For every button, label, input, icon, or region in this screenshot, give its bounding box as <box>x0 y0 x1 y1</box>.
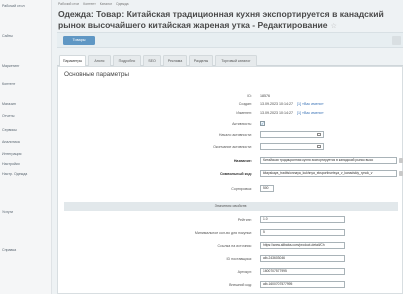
sidebar-item[interactable]: Магазин <box>2 102 50 106</box>
sidebar-item[interactable]: Услуги <box>2 210 50 214</box>
property-label: Ссылка на источник: <box>217 244 252 248</box>
sidebar-item[interactable]: Настройки <box>2 162 50 166</box>
modified-date: 13.09.2023 10:14:27 <box>260 111 293 115</box>
modified-label: Изменен: <box>236 111 252 115</box>
active-checkbox[interactable]: ✓ <box>260 121 265 126</box>
tab-trade-catalog[interactable]: Торговый каталог <box>215 55 257 66</box>
property-label: Внешний код: <box>229 283 252 287</box>
name-input[interactable]: Китайская традиционная кухня экспортируе… <box>260 157 397 164</box>
breadcrumb-item[interactable]: Контент <box>83 2 96 6</box>
sidebar-item[interactable]: Рабочий стол <box>2 4 50 8</box>
property-label: Артикул: <box>237 270 252 274</box>
sidebar-item[interactable]: Интеграция <box>2 152 50 156</box>
page-title: Одежда: Товар: Китайская традиционная ку… <box>58 9 403 32</box>
section-title: Основные параметры <box>64 71 130 78</box>
edit-form: Основные параметры ID: 18576 Создан: 13.… <box>57 66 403 294</box>
calendar-icon[interactable] <box>317 145 321 148</box>
sidebar-item[interactable]: Маркетинг <box>2 64 50 68</box>
property-input[interactable]: alb-1600707577995 <box>260 281 345 288</box>
active-to-label: Окончание активности: <box>213 145 252 149</box>
star-icon[interactable]: ☆ <box>331 23 337 30</box>
property-input[interactable]: 5 <box>260 229 345 236</box>
property-input[interactable]: 1600707577995 <box>260 268 345 275</box>
name-label: Название: <box>233 159 252 163</box>
main-area: Рабочий стол Контент Каталог Одежда Одеж… <box>52 0 403 294</box>
breadcrumb: Рабочий стол Контент Каталог Одежда <box>58 2 132 6</box>
sidebar-item[interactable]: Справка <box>2 248 50 252</box>
id-label: ID: <box>247 94 252 98</box>
sidebar-item[interactable]: Настр. Одежда <box>2 172 50 176</box>
tab-seo[interactable]: SEO <box>143 55 161 66</box>
created-value: 13.09.2023 10:14:27 [1] «Вас имени» <box>260 102 324 106</box>
property-input[interactable]: alb-243603046 <box>260 255 345 262</box>
sidebar: Рабочий стол Сайты Маркетинг Контент Маг… <box>0 0 52 294</box>
tab-parameters[interactable]: Параметры <box>59 55 86 66</box>
sidebar-item[interactable]: Аналитика <box>2 140 50 144</box>
sidebar-item[interactable]: Сайты <box>2 34 50 38</box>
sidebar-item[interactable]: Контент <box>2 82 50 86</box>
tab-details[interactable]: Подробно <box>113 55 141 66</box>
created-label: Создан: <box>238 102 252 106</box>
sidebar-item[interactable]: Сервисы <box>2 128 50 132</box>
sort-input[interactable]: 500 <box>260 185 274 192</box>
property-label: Рейтинг: <box>237 218 252 222</box>
property-input[interactable]: 1.0 <box>260 216 345 223</box>
breadcrumb-item[interactable]: Каталог <box>100 2 112 6</box>
active-to-input[interactable] <box>260 143 324 150</box>
tab-announce[interactable]: Анонс <box>88 55 111 66</box>
active-from-input[interactable] <box>260 131 324 138</box>
code-input[interactable]: kitayskaya_traditsionnaya_kukhnya_ekspor… <box>260 170 397 177</box>
sort-label: Сортировка: <box>231 187 252 191</box>
modified-user-link[interactable]: [1] «Вас имени» <box>297 111 324 115</box>
active-label: Активность: <box>232 122 252 126</box>
back-to-products-button[interactable]: Товары <box>63 36 95 45</box>
property-label: Минимальное кол-во для покупки: <box>194 231 252 235</box>
properties-header: Значения свойств: <box>64 202 398 211</box>
property-label: ID поставщика: <box>226 257 252 261</box>
id-value: 18576 <box>260 94 270 98</box>
tab-advertising[interactable]: Реклама <box>163 55 187 66</box>
settings-icon[interactable] <box>392 36 401 45</box>
modified-value: 13.09.2023 10:14:27 [1] «Вас имени» <box>260 111 324 115</box>
code-label: Символьный код: <box>219 172 252 176</box>
created-user-link[interactable]: [1] «Вас имени» <box>297 102 324 106</box>
sidebar-item[interactable]: Отчеты <box>2 114 50 118</box>
lock-icon[interactable] <box>399 171 403 176</box>
toolbar: Товары <box>57 32 403 48</box>
calendar-icon[interactable] <box>317 133 321 136</box>
lock-icon[interactable] <box>399 158 403 163</box>
breadcrumb-item[interactable]: Одежда <box>116 2 129 6</box>
tab-sections[interactable]: Разделы <box>189 55 213 66</box>
breadcrumb-item[interactable]: Рабочий стол <box>58 2 79 6</box>
active-from-label: Начало активности: <box>218 133 252 137</box>
tab-bar: Параметры Анонс Подробно SEO Реклама Раз… <box>57 55 403 66</box>
property-input[interactable]: https://www.alibaba.com/product-detail/C… <box>260 242 345 249</box>
created-date: 13.09.2023 10:14:27 <box>260 102 293 106</box>
